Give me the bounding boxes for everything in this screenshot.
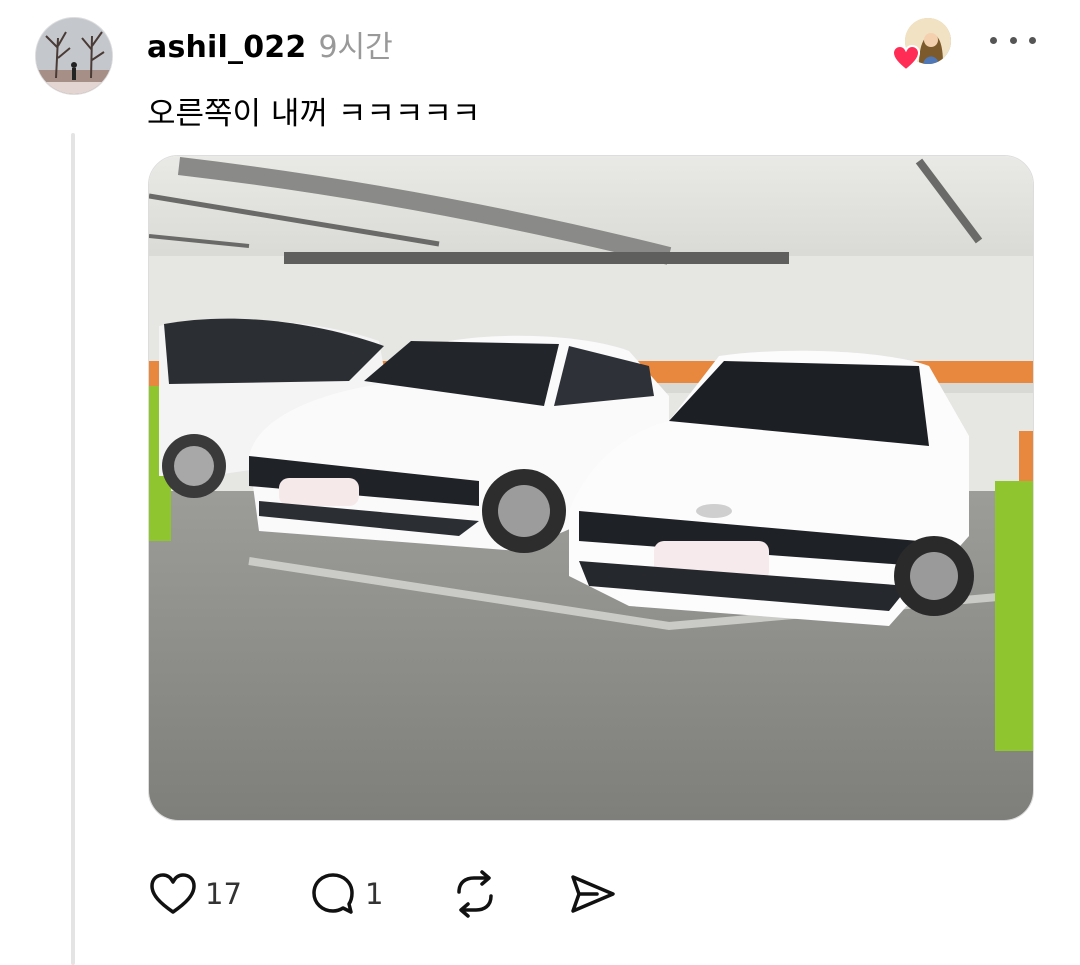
post-time: 9시간 [318,30,393,65]
like-button[interactable]: 17 [147,868,242,920]
like-count: 17 [205,877,242,911]
comment-count: 1 [365,877,384,911]
share-icon [571,875,615,913]
post-header: ashil_022 9시간 [147,22,393,65]
more-options-button[interactable] [990,28,1036,52]
share-button[interactable] [567,868,619,920]
post-image[interactable] [148,155,1034,821]
heart-badge-icon [891,44,921,72]
repost-icon [457,870,493,918]
parking-garage-photo [149,156,1033,820]
post-text: 오른쪽이 내꺼 ㅋㅋㅋㅋㅋ [147,96,481,132]
username[interactable]: ashil_022 [147,30,306,65]
heart-icon [150,873,196,914]
comment-button[interactable]: 1 [307,868,383,920]
thread-line [71,133,75,965]
more-icon [990,36,997,44]
avatar[interactable] [35,17,113,95]
repost-button[interactable] [449,868,501,920]
avatar-image [36,18,112,94]
comment-icon [312,873,354,914]
